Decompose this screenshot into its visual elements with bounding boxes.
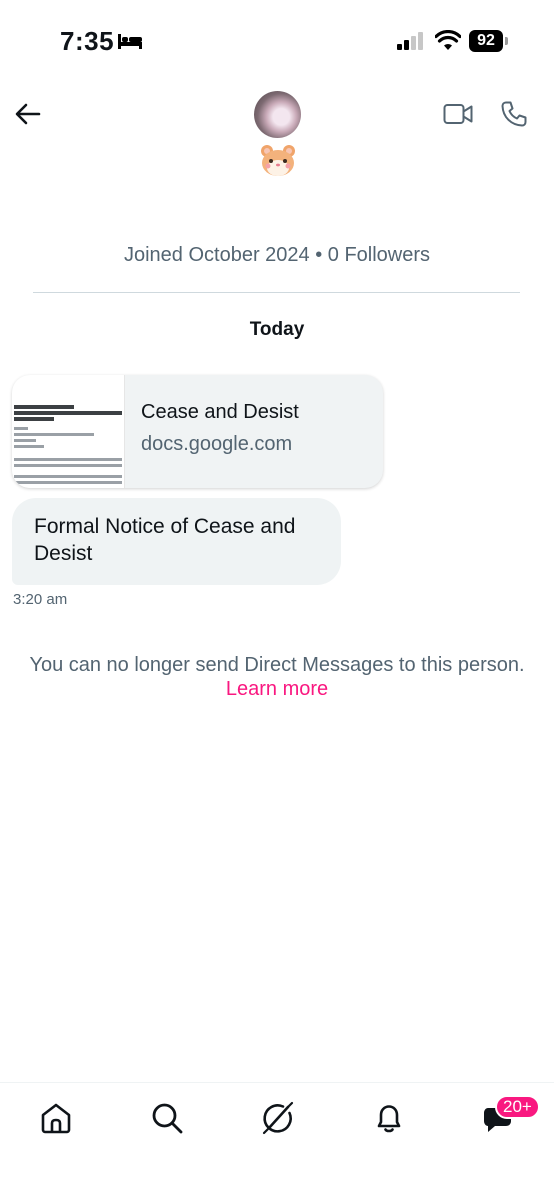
sleep-focus-icon (118, 34, 142, 49)
message-timestamp: 3:20 am (13, 591, 68, 608)
notifications-bell-icon[interactable] (372, 1101, 406, 1135)
link-preview-card[interactable]: Cease and Desist docs.google.com (12, 375, 383, 488)
status-time: 7:35 (60, 26, 115, 56)
wifi-icon (435, 30, 461, 50)
search-icon[interactable] (150, 1101, 184, 1135)
link-title: Cease and Desist (141, 401, 299, 423)
dm-restriction-notice: You can no longer send Direct Messages t… (29, 654, 525, 676)
hamster-emoji-icon (261, 145, 295, 176)
learn-more-link[interactable]: Learn more (0, 678, 554, 701)
home-icon[interactable] (39, 1101, 73, 1135)
grok-icon[interactable] (261, 1101, 295, 1135)
cellular-signal-icon (397, 32, 423, 50)
divider (33, 292, 520, 293)
status-bar: 7:35 92 (0, 0, 554, 80)
messages-count-badge: 20+ (495, 1095, 540, 1119)
link-domain: docs.google.com (141, 433, 293, 455)
back-arrow-icon[interactable] (14, 100, 42, 128)
battery-level: 92 (469, 30, 503, 52)
phone-call-icon[interactable] (500, 100, 528, 128)
battery-tip (505, 37, 508, 45)
battery-indicator: 92 (469, 30, 509, 52)
avatar[interactable] (254, 91, 301, 138)
date-separator: Today (249, 319, 305, 340)
profile-join-info: Joined October 2024 • 0 Followers (123, 244, 431, 266)
document-thumbnail (12, 375, 125, 488)
bottom-navigation (0, 1082, 554, 1200)
video-call-icon[interactable] (443, 101, 473, 127)
message-bubble[interactable]: Formal Notice of Cease and Desist (12, 498, 341, 585)
